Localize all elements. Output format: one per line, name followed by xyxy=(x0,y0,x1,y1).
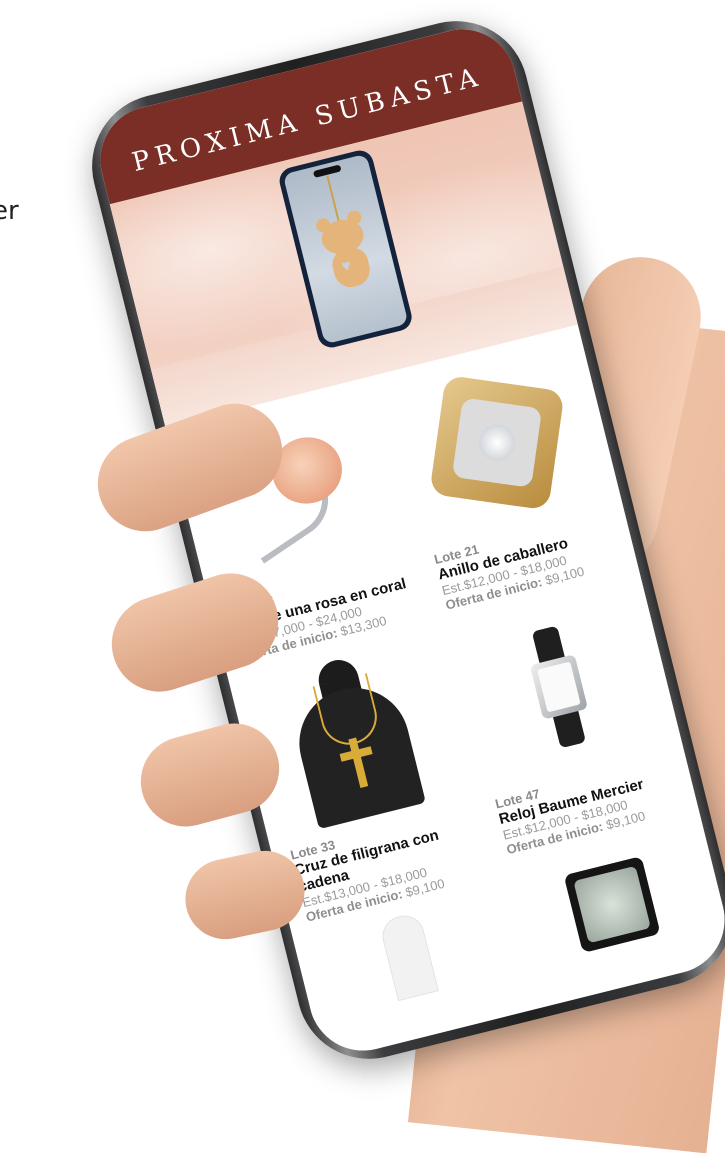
lot-card[interactable]: Lote 21 Anillo de caballero Est.$12,000 … xyxy=(390,339,620,613)
smartphone: PROXIMA SUBASTA ♥ Dije de una rosa en co… xyxy=(76,5,725,1075)
lot-card[interactable]: Lote 47 Reloj Baume Mercier Est.$12,000 … xyxy=(451,583,685,873)
diamond-ring-image xyxy=(390,339,604,547)
cross-necklace-image xyxy=(246,634,460,842)
wristwatch-image xyxy=(451,583,665,791)
hero-phone-image: ♥ xyxy=(276,147,415,351)
phone-screen[interactable]: PROXIMA SUBASTA ♥ Dije de una rosa en co… xyxy=(88,17,725,1063)
edge-text: er xyxy=(0,196,19,226)
